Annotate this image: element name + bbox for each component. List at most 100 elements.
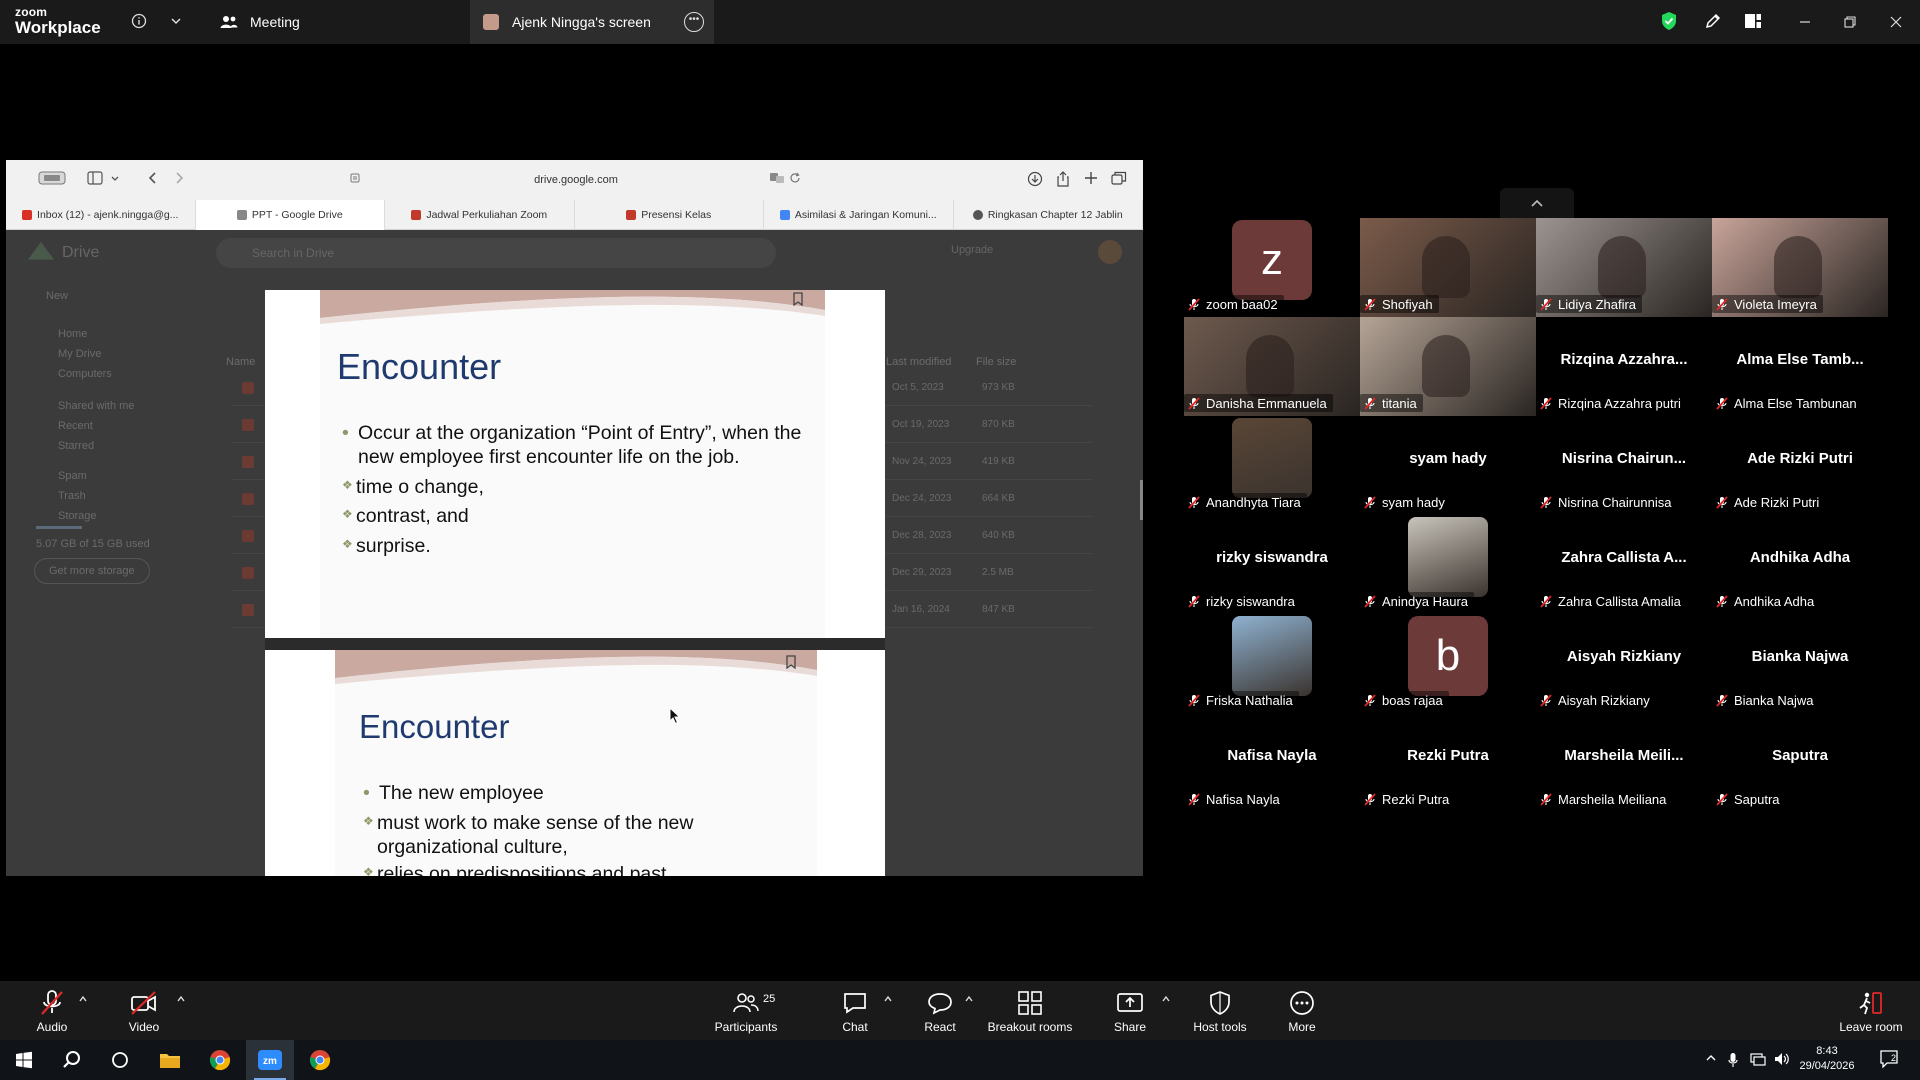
sidebar-item-my-drive[interactable]: My Drive xyxy=(58,348,101,360)
participant-tile[interactable]: Bianka Najwa Bianka Najwa xyxy=(1712,614,1888,713)
reload-icon[interactable] xyxy=(786,171,804,189)
participant-tile[interactable]: Rizqina Azzahra... Rizqina Azzahra putri xyxy=(1536,317,1712,416)
sidebar-item-computers[interactable]: Computers xyxy=(58,368,112,380)
participant-tile[interactable]: Andhika Adha Andhika Adha xyxy=(1712,515,1888,614)
participant-tile[interactable]: Shofiyah xyxy=(1360,218,1536,317)
shield-check-icon[interactable] xyxy=(1658,10,1680,32)
file-explorer-icon[interactable] xyxy=(146,1040,194,1080)
cortana-icon[interactable] xyxy=(96,1040,144,1080)
share-options-caret[interactable] xyxy=(1161,995,1171,1006)
chat-options-caret[interactable] xyxy=(883,995,893,1006)
audio-options-caret[interactable] xyxy=(78,995,88,1006)
volume-icon[interactable] xyxy=(1774,1052,1790,1069)
participant-tile[interactable]: Marsheila Meili... Marsheila Meiliana xyxy=(1536,713,1712,812)
participant-tile[interactable]: Danisha Emmanuela xyxy=(1184,317,1360,416)
tab-overview-icon[interactable] xyxy=(36,171,68,189)
network-icon[interactable] xyxy=(1750,1052,1766,1069)
participant-tile[interactable]: Rezki Putra Rezki Putra xyxy=(1360,713,1536,812)
search-icon[interactable] xyxy=(48,1040,96,1080)
gallery-collapse-icon[interactable] xyxy=(1500,188,1574,218)
more-options-icon[interactable]: ••• xyxy=(684,12,704,32)
chrome-profile-icon[interactable] xyxy=(296,1040,344,1080)
leave-room-button[interactable]: Leave room xyxy=(1836,981,1906,1040)
chevron-down-icon[interactable] xyxy=(106,171,124,189)
translate-icon[interactable] xyxy=(768,171,786,189)
upgrade-button[interactable]: Upgrade xyxy=(951,244,993,256)
participant-tile[interactable]: Ade Rizki Putri Ade Rizki Putri xyxy=(1712,416,1888,515)
participant-tile[interactable]: Violeta Imeyra xyxy=(1712,218,1888,317)
zoom-taskbar-icon[interactable]: zm xyxy=(246,1040,294,1080)
react-button[interactable]: React xyxy=(920,981,960,1040)
participant-tile[interactable]: Lidiya Zhafira xyxy=(1536,218,1712,317)
windows-start-icon[interactable] xyxy=(0,1040,48,1080)
minimize-icon[interactable] xyxy=(1793,10,1817,34)
drive-search-input[interactable]: Search in Drive xyxy=(216,238,776,268)
participant-tile[interactable]: Anandhyta Tiara xyxy=(1184,416,1360,515)
view-layout-icon[interactable] xyxy=(1742,10,1764,32)
sidebar-item-trash[interactable]: Trash xyxy=(58,490,86,502)
bookmark-icon[interactable] xyxy=(790,292,806,310)
browser-tab[interactable]: PPT - Google Drive xyxy=(195,200,385,230)
participant-tile[interactable]: Aisyah Rizkiany Aisyah Rizkiany xyxy=(1536,614,1712,713)
participant-tile[interactable]: Zahra Callista A... Zahra Callista Amalia xyxy=(1536,515,1712,614)
tab-meeting[interactable]: Meeting xyxy=(210,0,470,44)
participant-tile[interactable]: b boas rajaa xyxy=(1360,614,1536,713)
sidebar-item-recent[interactable]: Recent xyxy=(58,420,93,432)
back-icon[interactable] xyxy=(143,171,161,189)
notifications-icon[interactable] xyxy=(1880,1050,1900,1071)
bookmark-icon[interactable] xyxy=(783,655,799,673)
participant-tile[interactable]: Alma Else Tamb... Alma Else Tambunan xyxy=(1712,317,1888,416)
tab-shared-screen[interactable]: Ajenk Ningga's screen ••• xyxy=(470,0,714,44)
chevron-down-icon[interactable] xyxy=(165,10,187,32)
participant-tile[interactable]: syam hady syam hady xyxy=(1360,416,1536,515)
audio-button[interactable]: Audio xyxy=(30,981,74,1040)
download-icon[interactable] xyxy=(1026,171,1044,189)
participant-tile[interactable]: Nisrina Chairun... Nisrina Chairunnisa xyxy=(1536,416,1712,515)
participants-button[interactable]: Participants xyxy=(710,981,782,1040)
host-tools-button[interactable]: Host tools xyxy=(1190,981,1250,1040)
scrollbar[interactable] xyxy=(1140,480,1143,520)
sidebar-item-starred[interactable]: Starred xyxy=(58,440,94,452)
microphone-icon[interactable] xyxy=(1728,1052,1738,1071)
share-button[interactable]: Share xyxy=(1110,981,1150,1040)
get-storage-button[interactable]: Get more storage xyxy=(34,558,150,584)
new-button[interactable]: New xyxy=(46,290,68,302)
participant-tile[interactable]: Nafisa Nayla Nafisa Nayla xyxy=(1184,713,1360,812)
sidebar-item-shared[interactable]: Shared with me xyxy=(58,400,134,412)
avatar[interactable] xyxy=(1098,240,1122,264)
forward-icon[interactable] xyxy=(171,171,189,189)
browser-tab[interactable]: Inbox (12) - ajenk.ningga@g... xyxy=(6,200,196,230)
sidebar-item-storage[interactable]: Storage xyxy=(58,510,97,522)
tabs-overview-icon[interactable] xyxy=(1110,171,1128,189)
restore-icon[interactable] xyxy=(1838,10,1862,34)
more-button[interactable]: More xyxy=(1280,981,1324,1040)
browser-tab[interactable]: Jadwal Perkuliahan Zoom xyxy=(385,200,575,230)
participant-tile[interactable]: titania xyxy=(1360,317,1536,416)
system-clock[interactable]: 8:43 29/04/2026 xyxy=(1795,1044,1859,1074)
sidebar-icon[interactable] xyxy=(86,171,104,189)
browser-tab[interactable]: Presensi Kelas xyxy=(575,200,764,230)
participant-tile[interactable]: z zoom baa02 xyxy=(1184,218,1360,317)
pdf-preview[interactable]: Encounter Occur at the organization “Poi… xyxy=(265,290,885,876)
video-button[interactable]: Video xyxy=(122,981,166,1040)
annotate-pen-icon[interactable] xyxy=(1702,10,1724,32)
participant-tile[interactable]: Saputra Saputra xyxy=(1712,713,1888,812)
close-icon[interactable] xyxy=(1884,10,1908,34)
new-tab-icon[interactable] xyxy=(1082,171,1100,189)
browser-tab[interactable]: Ringkasan Chapter 12 Jablin xyxy=(954,200,1143,230)
address-bar[interactable]: drive.google.com xyxy=(346,170,806,190)
video-options-caret[interactable] xyxy=(176,995,186,1006)
participant-tile[interactable]: rizky siswandra rizky siswandra xyxy=(1184,515,1360,614)
chat-button[interactable]: Chat xyxy=(835,981,875,1040)
participant-tile[interactable]: Anindya Haura xyxy=(1360,515,1536,614)
tray-chevron-icon[interactable] xyxy=(1705,1052,1717,1066)
participant-tile[interactable]: Friska Nathalia xyxy=(1184,614,1360,713)
chrome-icon[interactable] xyxy=(196,1040,244,1080)
sidebar-item-spam[interactable]: Spam xyxy=(58,470,87,482)
info-icon[interactable] xyxy=(128,10,150,32)
react-options-caret[interactable] xyxy=(964,995,974,1006)
sidebar-item-home[interactable]: Home xyxy=(58,328,87,340)
browser-tab[interactable]: Asimilasi & Jaringan Komuni... xyxy=(764,200,954,230)
share-icon[interactable] xyxy=(1054,171,1072,189)
breakout-rooms-button[interactable]: Breakout rooms xyxy=(985,981,1075,1040)
